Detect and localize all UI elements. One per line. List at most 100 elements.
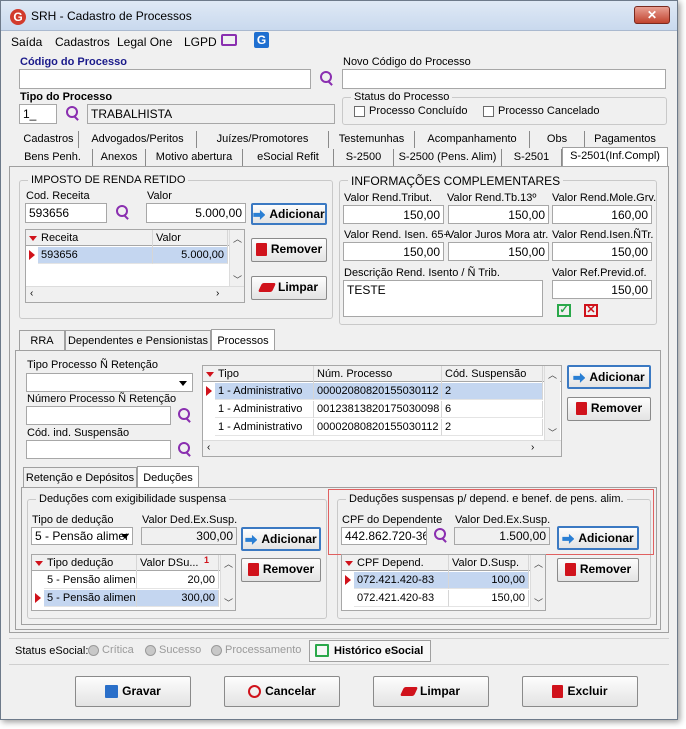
historico-esocial-button[interactable]: Histórico eSocial <box>309 640 431 662</box>
remover-label: Remover <box>270 242 323 256</box>
gravar-button[interactable]: Gravar <box>75 676 191 707</box>
tab-s2500-pens[interactable]: S-2500 (Pens. Alim) <box>394 149 502 166</box>
tab-testemunhas[interactable]: Testemunhas <box>329 131 415 148</box>
table-row[interactable]: 593656 <box>38 247 153 264</box>
status-title: Status do Processo <box>351 91 453 103</box>
cancelado-checkbox[interactable] <box>483 106 494 117</box>
close-button[interactable]: ✕ <box>634 6 670 24</box>
novo-codigo-input[interactable] <box>342 69 666 89</box>
cod-susp-input[interactable] <box>26 440 171 459</box>
search-receita-icon[interactable] <box>115 205 129 219</box>
rend-mole-input[interactable]: 160,00 <box>552 205 652 224</box>
vertical-scrollbar[interactable]: ︿ ﹀ <box>544 366 560 440</box>
vertical-scrollbar[interactable]: ︿ ﹀ <box>220 555 235 610</box>
tipo-code-input[interactable]: 1_ <box>19 104 57 124</box>
rend-isen-ntr-input[interactable]: 150,00 <box>552 242 652 261</box>
table-row[interactable]: 072.421.420-83 <box>354 572 449 589</box>
row-pointer-icon <box>206 386 212 396</box>
tab-obs[interactable]: Obs <box>530 131 585 148</box>
adicionar-irrf-button[interactable]: Adicionar <box>251 203 327 225</box>
adicionar-dep-button[interactable]: Adicionar <box>557 526 639 550</box>
remover-irrf-button[interactable]: Remover <box>251 238 327 262</box>
table-row-num[interactable]: 00002080820155030112 <box>314 383 442 400</box>
remover-dep-button[interactable]: Remover <box>557 558 639 582</box>
vertical-scrollbar[interactable]: ︿ ﹀ <box>229 230 244 287</box>
cpf-dep-input[interactable]: 442.862.720-36 <box>341 527 427 545</box>
monitor-icon[interactable] <box>221 34 237 46</box>
table-row-cod[interactable]: 2 <box>442 383 543 400</box>
tab-retencao[interactable]: Retenção e Depósitos <box>23 467 137 487</box>
table-row-valor[interactable]: 20,00 <box>137 572 219 589</box>
table-row-valor[interactable]: 100,00 <box>449 572 529 589</box>
tab-dependentes[interactable]: Dependentes e Pensionistas <box>65 330 211 350</box>
horizontal-scrollbar[interactable]: ‹ › <box>26 286 244 302</box>
tab-esocial-refit[interactable]: eSocial Refit <box>243 149 334 166</box>
table-row[interactable]: 5 - Pensão alimen... <box>44 572 137 589</box>
table-row-valor[interactable]: 150,00 <box>449 590 529 607</box>
limpar-footer-button[interactable]: Limpar <box>373 676 489 707</box>
juros-mora-input[interactable]: 150,00 <box>448 242 549 261</box>
ref-previd-input[interactable]: 150,00 <box>552 280 652 299</box>
menu-saida[interactable]: Saída <box>11 35 42 49</box>
tipo-deducao-select[interactable]: 5 - Pensão alimer <box>31 527 133 545</box>
confirm-check-icon[interactable]: ✓ <box>557 304 571 317</box>
search-num-proc-icon[interactable] <box>177 408 191 422</box>
table-row[interactable]: 1 - Administrativo <box>215 383 314 400</box>
g-app-icon[interactable]: G <box>254 32 269 48</box>
horizontal-scrollbar[interactable]: ‹ › <box>203 440 561 456</box>
search-codigo-icon[interactable] <box>319 71 333 85</box>
menu-cadastros[interactable]: Cadastros <box>55 35 110 49</box>
concluido-checkbox[interactable] <box>354 106 365 117</box>
table-row-cod[interactable]: 2 <box>442 419 543 436</box>
table-row-num[interactable]: 00002080820155030112 <box>314 419 442 436</box>
tab-s2501-inf-compl[interactable]: S-2501(Inf.Compl) <box>562 147 668 166</box>
tab-bens-penh[interactable]: Bens Penh. <box>13 149 93 166</box>
tab-rra[interactable]: RRA <box>19 330 65 350</box>
menu-lgpd[interactable]: LGPD <box>184 35 217 49</box>
search-cod-susp-icon[interactable] <box>177 442 191 456</box>
cancelar-button[interactable]: Cancelar <box>224 676 340 707</box>
rend-13-input[interactable]: 150,00 <box>448 205 549 224</box>
table-row[interactable]: 5 - Pensão alimen... <box>44 590 137 607</box>
num-proc-input[interactable] <box>26 406 171 425</box>
table-row-valor[interactable]: 5.000,00 <box>153 247 228 264</box>
tab-anexos[interactable]: Anexos <box>93 149 146 166</box>
tab-cadastros[interactable]: Cadastros <box>19 131 79 148</box>
excluir-button[interactable]: Excluir <box>522 676 638 707</box>
col-cpf-depend: CPF Depend. <box>354 555 449 572</box>
tab-processos[interactable]: Processos <box>211 329 275 351</box>
remover-deducao-button[interactable]: Remover <box>241 558 321 582</box>
tab-juizes[interactable]: Juízes/Promotores <box>197 131 329 148</box>
tipo-proc-select[interactable] <box>26 373 193 392</box>
table-row[interactable]: 1 - Administrativo <box>215 419 314 436</box>
tab-s2500[interactable]: S-2500 <box>334 149 394 166</box>
search-tipo-icon[interactable] <box>65 106 79 120</box>
table-row[interactable]: 072.421.420-83 <box>354 590 449 607</box>
tab-pagamentos[interactable]: Pagamentos <box>585 131 665 148</box>
codigo-input[interactable] <box>19 69 311 89</box>
rend-tribut-input[interactable]: 150,00 <box>343 205 444 224</box>
table-row-valor[interactable]: 300,00 <box>137 590 219 607</box>
cancel-x-icon[interactable]: ✕ <box>584 304 598 317</box>
search-cpf-icon[interactable] <box>433 528 447 542</box>
adicionar-processo-button[interactable]: Adicionar <box>567 365 651 389</box>
remover-processo-button[interactable]: Remover <box>567 397 651 421</box>
limpar-irrf-button[interactable]: Limpar <box>251 276 327 300</box>
tab-s2501[interactable]: S-2501 <box>502 149 562 166</box>
desc-rend-textarea[interactable]: TESTE <box>343 280 543 317</box>
cod-receita-input[interactable]: 593656 <box>25 203 107 223</box>
adicionar-label: Adicionar <box>589 370 645 384</box>
tab-motivo-abertura[interactable]: Motivo abertura <box>146 149 243 166</box>
divider <box>9 638 669 639</box>
table-row[interactable]: 1 - Administrativo <box>215 401 314 418</box>
menu-legal-one[interactable]: Legal One <box>117 35 172 49</box>
table-row-cod[interactable]: 6 <box>442 401 543 418</box>
vertical-scrollbar[interactable]: ︿ ﹀ <box>530 555 545 610</box>
rend-isen65-input[interactable]: 150,00 <box>343 242 444 261</box>
tab-deducoes[interactable]: Deduções <box>137 466 199 488</box>
tab-acompanhamento[interactable]: Acompanhamento <box>415 131 530 148</box>
tab-advogados[interactable]: Advogados/Peritos <box>79 131 197 148</box>
valor-input[interactable]: 5.000,00 <box>146 203 246 223</box>
table-row-num[interactable]: 00123813820175030098 <box>314 401 442 418</box>
adicionar-deducao-button[interactable]: Adicionar <box>241 527 321 551</box>
